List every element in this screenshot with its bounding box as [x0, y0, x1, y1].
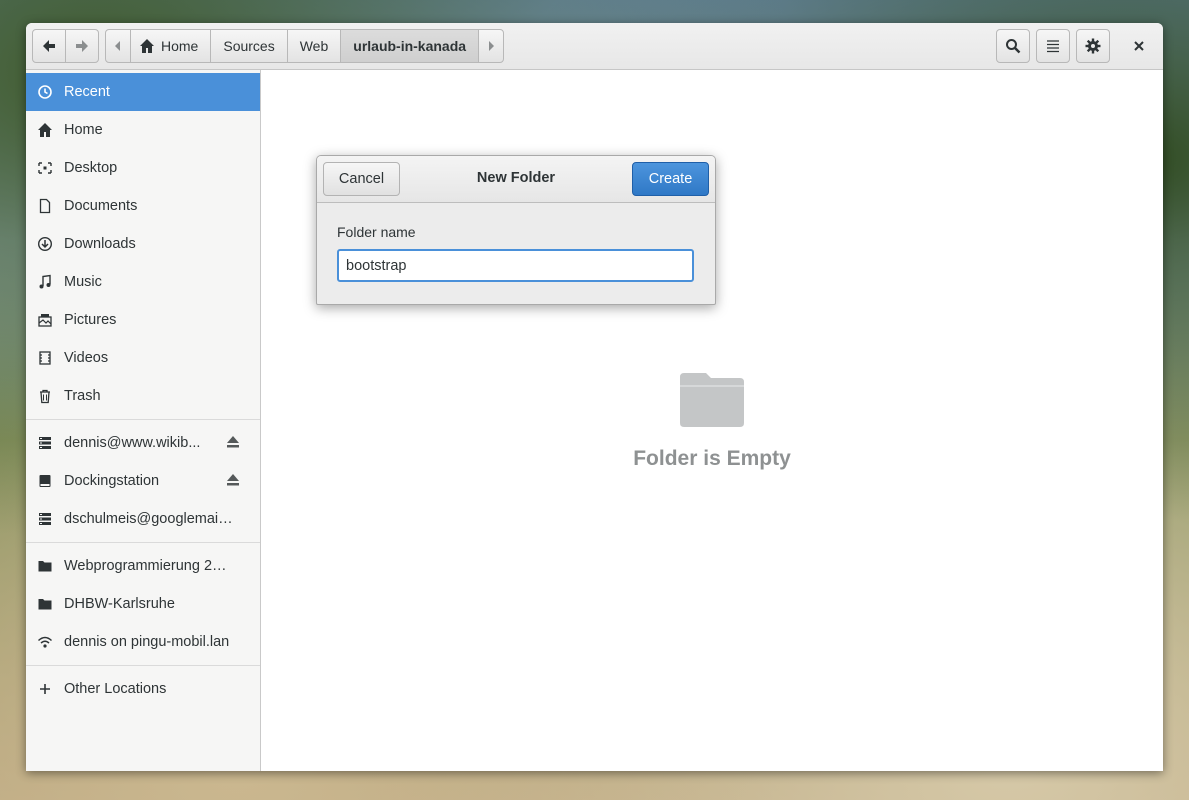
- folder-icon: [26, 596, 64, 612]
- sidebar-item-label: Videos: [64, 350, 109, 366]
- sidebar-item-server-wikib[interactable]: dennis@www.wikib...: [26, 424, 260, 462]
- desktop-icon: [26, 160, 64, 176]
- empty-folder-icon: [680, 373, 744, 427]
- chevron-left-icon: [115, 41, 120, 51]
- sidebar-item-label: dennis@www.wikib...: [64, 435, 201, 451]
- pictures-icon: [26, 312, 64, 328]
- sidebar-item-label: Pictures: [64, 312, 117, 328]
- sidebar-item-other-locations[interactable]: Other Locations: [26, 670, 260, 708]
- sidebar-item-label: Home: [64, 122, 103, 138]
- sidebar-separator: [26, 665, 260, 666]
- breadcrumb-label: urlaub-in-kanada: [353, 38, 467, 54]
- breadcrumb-current[interactable]: urlaub-in-kanada: [340, 29, 480, 63]
- path-bar: Home Sources Web urlaub-in-kanada: [105, 29, 505, 63]
- sidebar-item-label: Desktop: [64, 160, 118, 176]
- sidebar-item-label: DHBW-Karlsruhe: [64, 596, 175, 612]
- sidebar-item-label: Documents: [64, 198, 138, 214]
- create-button[interactable]: Create: [632, 162, 709, 196]
- back-button[interactable]: [32, 29, 66, 63]
- sidebar-item-label: Downloads: [64, 236, 136, 252]
- sidebar-item-label: dennis on pingu-mobil.lan: [64, 634, 230, 650]
- sidebar-item-label: Trash: [64, 388, 101, 404]
- close-window-button[interactable]: [1122, 29, 1156, 63]
- app-menu-button[interactable]: [1076, 29, 1110, 63]
- sidebar-item-label: Dockingstation: [64, 473, 160, 489]
- download-icon: [26, 236, 64, 252]
- breadcrumb-home[interactable]: Home: [130, 29, 212, 63]
- list-view-icon: [1047, 40, 1059, 53]
- sidebar: Recent Home Desktop Documents Downloads …: [26, 70, 261, 771]
- recent-icon: [26, 84, 64, 100]
- sidebar-item-dockingstation[interactable]: Dockingstation: [26, 462, 260, 500]
- sidebar-item-webprogrammierung[interactable]: Webprogrammierung 2017: [26, 547, 260, 585]
- breadcrumb-label: Sources: [223, 38, 275, 54]
- breadcrumb-label: Home: [161, 38, 199, 54]
- header-bar: Home Sources Web urlaub-in-kanada: [26, 23, 1163, 70]
- forward-button[interactable]: [65, 29, 99, 63]
- sidebar-separator: [26, 419, 260, 420]
- sidebar-item-label: Recent: [64, 84, 110, 100]
- new-folder-dialog: Cancel New Folder Create Folder name: [316, 155, 716, 305]
- sidebar-item-music[interactable]: Music: [26, 263, 260, 301]
- eject-icon[interactable]: [226, 474, 240, 490]
- dialog-header: Cancel New Folder Create: [317, 156, 715, 203]
- file-manager-window: Home Sources Web urlaub-in-kanada Recent…: [26, 23, 1163, 771]
- sidebar-item-trash[interactable]: Trash: [26, 377, 260, 415]
- breadcrumb-web[interactable]: Web: [286, 29, 342, 63]
- search-icon: [1006, 39, 1021, 54]
- server-icon: [26, 435, 64, 451]
- sidebar-item-videos[interactable]: Videos: [26, 339, 260, 377]
- arrow-right-icon: [76, 40, 88, 52]
- folder-icon: [26, 558, 64, 574]
- sidebar-item-pictures[interactable]: Pictures: [26, 301, 260, 339]
- view-options-button[interactable]: [1036, 29, 1070, 63]
- sidebar-item-label: Other Locations: [64, 681, 167, 697]
- chevron-right-icon: [489, 41, 495, 51]
- sidebar-item-documents[interactable]: Documents: [26, 187, 260, 225]
- sidebar-item-recent[interactable]: Recent: [26, 73, 260, 111]
- sidebar-item-label: Music: [64, 274, 102, 290]
- arrow-left-icon: [43, 40, 55, 52]
- server-icon: [26, 511, 64, 527]
- sidebar-separator: [26, 542, 260, 543]
- folder-name-input[interactable]: [337, 249, 694, 282]
- path-scroll-left-button[interactable]: [105, 29, 131, 63]
- home-icon: [26, 122, 64, 138]
- sidebar-item-label: dschulmeis@googlemail....: [64, 511, 234, 527]
- sidebar-item-home[interactable]: Home: [26, 111, 260, 149]
- sidebar-item-downloads[interactable]: Downloads: [26, 225, 260, 263]
- breadcrumb-sources[interactable]: Sources: [210, 29, 288, 63]
- music-icon: [26, 274, 64, 290]
- network-icon: [26, 634, 64, 650]
- close-icon: [1134, 41, 1144, 51]
- search-button[interactable]: [996, 29, 1030, 63]
- eject-icon[interactable]: [226, 436, 240, 452]
- trash-icon: [26, 388, 64, 404]
- drive-icon: [26, 473, 64, 489]
- history-buttons: [32, 29, 99, 63]
- plus-icon: [26, 683, 64, 695]
- gear-icon: [1085, 38, 1101, 54]
- videos-icon: [26, 350, 64, 366]
- breadcrumb-label: Web: [299, 38, 329, 54]
- sidebar-item-label: Webprogrammierung 2017: [64, 558, 234, 574]
- folder-name-label: Folder name: [337, 224, 416, 240]
- path-scroll-right-button[interactable]: [478, 29, 505, 63]
- empty-folder-message: Folder is Empty: [633, 447, 791, 470]
- sidebar-item-desktop[interactable]: Desktop: [26, 149, 260, 187]
- sidebar-item-network-share[interactable]: dennis on pingu-mobil.lan: [26, 623, 260, 661]
- sidebar-item-dhbw-karlsruhe[interactable]: DHBW-Karlsruhe: [26, 585, 260, 623]
- sidebar-item-server-googlemail[interactable]: dschulmeis@googlemail....: [26, 500, 260, 538]
- home-icon: [140, 39, 154, 53]
- document-icon: [26, 198, 64, 214]
